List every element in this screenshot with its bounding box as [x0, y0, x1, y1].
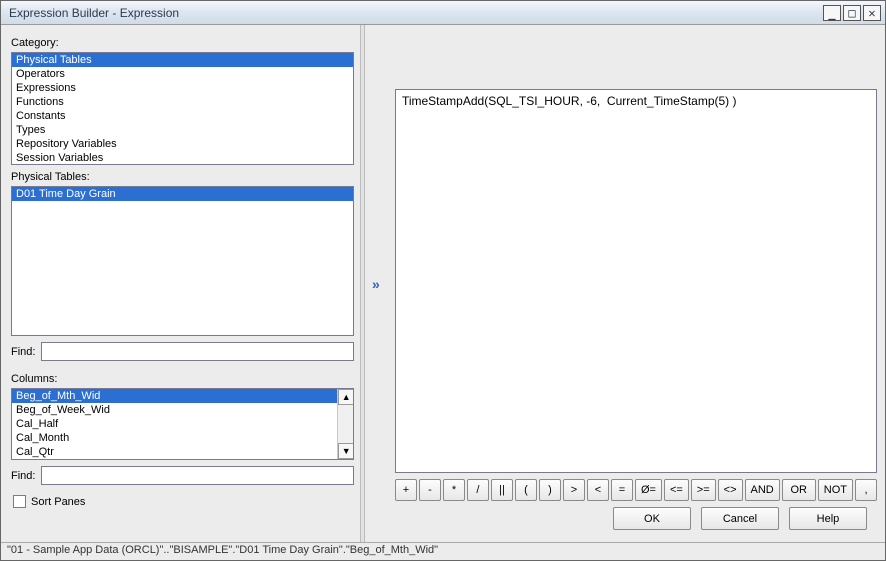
category-item[interactable]: Operators	[12, 67, 353, 81]
op-null-eq[interactable]: Ø=	[635, 479, 662, 501]
op-not[interactable]: NOT	[818, 479, 853, 501]
close-button[interactable]: ✕	[863, 5, 881, 21]
sort-panes-label: Sort Panes	[31, 496, 85, 508]
columns-label: Columns:	[11, 373, 354, 385]
right-panel: TimeStampAdd(SQL_TSI_HOUR, -6, Current_T…	[387, 25, 885, 542]
category-item[interactable]: Expressions	[12, 81, 353, 95]
scroll-up-button[interactable]: ▲	[338, 389, 354, 405]
sort-panes-row: Sort Panes	[11, 495, 354, 508]
category-item[interactable]: Session Variables	[12, 151, 353, 165]
find-row-physical: Find:	[11, 342, 354, 361]
columns-list[interactable]: Beg_of_Mth_Wid Beg_of_Week_Wid Cal_Half …	[11, 388, 354, 460]
op-comma[interactable]: ,	[855, 479, 877, 501]
find-row-columns: Find:	[11, 466, 354, 485]
op-gte[interactable]: >=	[691, 479, 716, 501]
op-gt[interactable]: >	[563, 479, 585, 501]
op-div[interactable]: /	[467, 479, 489, 501]
triangle-down-icon: ▼	[342, 447, 351, 456]
scrollbar[interactable]: ▲ ▼	[337, 389, 353, 459]
physical-tables-list[interactable]: D01 Time Day Grain	[11, 186, 354, 336]
column-item[interactable]: Cal_Half	[12, 417, 353, 431]
op-lt[interactable]: <	[587, 479, 609, 501]
expression-builder-window: Expression Builder - Expression _ □ ✕ Ca…	[0, 0, 886, 561]
find-input-columns[interactable]	[41, 466, 354, 485]
expression-textarea[interactable]: TimeStampAdd(SQL_TSI_HOUR, -6, Current_T…	[395, 89, 877, 473]
op-lte[interactable]: <=	[664, 479, 689, 501]
minimize-button[interactable]: _	[823, 5, 841, 21]
insert-arrow-column: »	[365, 25, 387, 542]
ok-button[interactable]: OK	[613, 507, 691, 530]
column-item[interactable]: Beg_of_Week_Wid	[12, 403, 353, 417]
find-label: Find:	[11, 470, 35, 482]
find-label: Find:	[11, 346, 35, 358]
main-area: Category: Physical Tables Operators Expr…	[1, 25, 885, 542]
dialog-buttons: OK Cancel Help	[387, 501, 877, 536]
scroll-down-button[interactable]: ▼	[338, 443, 354, 459]
category-item[interactable]: Types	[12, 123, 353, 137]
category-item[interactable]: Constants	[12, 109, 353, 123]
op-and[interactable]: AND	[745, 479, 780, 501]
operator-toolbar: + - * / || ( ) > < = Ø= <= >= <> AND OR	[395, 479, 877, 501]
dialog-body: Category: Physical Tables Operators Expr…	[1, 25, 885, 560]
status-bar: "01 - Sample App Data (ORCL)".."BISAMPLE…	[1, 542, 885, 560]
op-neq[interactable]: <>	[718, 479, 743, 501]
op-or[interactable]: OR	[782, 479, 816, 501]
physical-tables-label: Physical Tables:	[11, 171, 354, 183]
column-item[interactable]: Cal_Month	[12, 431, 353, 445]
insert-arrow-icon[interactable]: »	[369, 277, 383, 291]
category-item[interactable]: Functions	[12, 95, 353, 109]
op-concat[interactable]: ||	[491, 479, 513, 501]
find-input-physical[interactable]	[41, 342, 354, 361]
sort-panes-checkbox[interactable]	[13, 495, 26, 508]
triangle-up-icon: ▲	[342, 393, 351, 402]
op-mult[interactable]: *	[443, 479, 465, 501]
op-lparen[interactable]: (	[515, 479, 537, 501]
title-bar: Expression Builder - Expression _ □ ✕	[1, 1, 885, 25]
op-rparen[interactable]: )	[539, 479, 561, 501]
window-title: Expression Builder - Expression	[9, 6, 823, 20]
cancel-button[interactable]: Cancel	[701, 507, 779, 530]
column-item[interactable]: Beg_of_Mth_Wid	[12, 389, 353, 403]
maximize-button[interactable]: □	[843, 5, 861, 21]
column-item[interactable]: Cal_Qtr	[12, 445, 353, 459]
physical-table-item[interactable]: D01 Time Day Grain	[12, 187, 353, 201]
help-button[interactable]: Help	[789, 507, 867, 530]
category-label: Category:	[11, 37, 354, 49]
op-eq[interactable]: =	[611, 479, 633, 501]
op-minus[interactable]: -	[419, 479, 441, 501]
category-item[interactable]: Physical Tables	[12, 53, 353, 67]
category-item[interactable]: Repository Variables	[12, 137, 353, 151]
category-list[interactable]: Physical Tables Operators Expressions Fu…	[11, 52, 354, 165]
window-controls: _ □ ✕	[823, 5, 881, 21]
op-plus[interactable]: +	[395, 479, 417, 501]
left-panel: Category: Physical Tables Operators Expr…	[1, 25, 360, 542]
